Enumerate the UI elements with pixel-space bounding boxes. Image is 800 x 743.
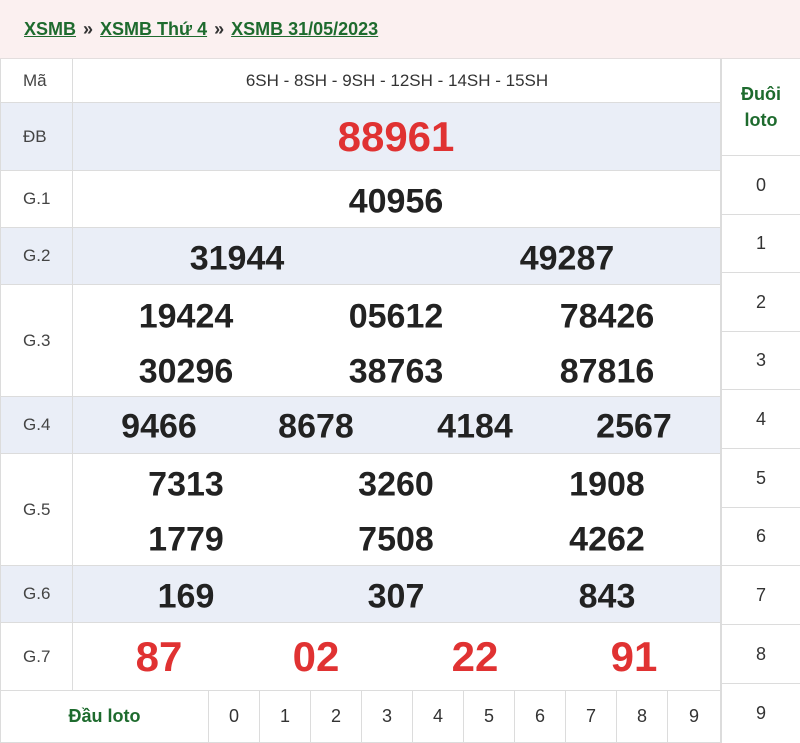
duoi-loto-digit[interactable]: 6	[721, 508, 800, 566]
db-value-cell: 88961	[73, 103, 721, 171]
prize-number: 7313	[148, 465, 224, 504]
g6-value-cell: 169 307 843	[73, 566, 721, 623]
prize-number: 9466	[121, 407, 197, 446]
prize-number: 91	[610, 633, 658, 680]
duoi-loto-digit[interactable]: 7	[721, 566, 800, 625]
g4-label: G.4	[0, 397, 73, 454]
prize-number: 1908	[569, 465, 645, 504]
prize-number: 30296	[138, 352, 234, 391]
g2-value-cell: 31944 49287	[73, 228, 721, 285]
db-label: ĐB	[0, 103, 73, 171]
g5-label: G.5	[0, 454, 73, 566]
duoi-loto-digit[interactable]: 4	[721, 390, 800, 449]
prize-number: 78426	[559, 297, 655, 336]
prize-number: 49287	[519, 239, 615, 278]
g7-value-cell: 87 02 22 91	[73, 623, 721, 691]
g3-label: G.3	[0, 285, 73, 397]
breadcrumb-day-link[interactable]: XSMB Thứ 4	[100, 19, 207, 40]
prize-number: 02	[292, 633, 340, 680]
prize-number: 8678	[278, 407, 354, 446]
duoi-loto-digit[interactable]: 5	[721, 449, 800, 508]
dau-loto-digit[interactable]: 9	[668, 691, 721, 743]
g3-value-cell: 19424 05612 78426 30296 38763 87816	[73, 285, 721, 397]
duoi-loto-digit[interactable]: 2	[721, 273, 800, 332]
prize-number: 40956	[348, 182, 444, 221]
duoi-loto-digit[interactable]: 3	[721, 332, 800, 390]
ma-value-cell: 6SH - 8SH - 9SH - 12SH - 14SH - 15SH	[73, 59, 721, 103]
duoi-loto-digit[interactable]: 1	[721, 215, 800, 273]
prize-number: 22	[451, 633, 499, 680]
g1-value-cell: 40956	[73, 171, 721, 228]
dau-loto-digit[interactable]: 4	[413, 691, 464, 743]
ma-label: Mã	[0, 59, 73, 103]
dau-loto-digit[interactable]: 1	[260, 691, 311, 743]
prize-number: 87816	[559, 352, 655, 391]
breadcrumb-separator: »	[83, 18, 94, 39]
prize-number: 4262	[569, 520, 645, 559]
breadcrumb-date-link[interactable]: XSMB 31/05/2023	[231, 19, 378, 40]
dau-loto-digit[interactable]: 7	[566, 691, 617, 743]
g7-label: G.7	[0, 623, 73, 691]
g2-label: G.2	[0, 228, 73, 285]
prize-number: 87	[135, 633, 183, 680]
prize-number: 307	[367, 577, 425, 616]
prize-number: 4184	[437, 407, 513, 446]
breadcrumb-separator: »	[214, 18, 225, 39]
prize-number: 843	[578, 577, 636, 616]
prize-number: 38763	[348, 352, 444, 391]
dau-loto-digit[interactable]: 8	[617, 691, 668, 743]
special-prize-number: 88961	[337, 113, 455, 160]
g1-label: G.1	[0, 171, 73, 228]
dau-loto-digit[interactable]: 0	[209, 691, 260, 743]
prize-number: 2567	[596, 407, 672, 446]
g4-value-cell: 9466 8678 4184 2567	[73, 397, 721, 454]
dau-loto-digit[interactable]: 5	[464, 691, 515, 743]
prize-number: 05612	[348, 297, 444, 336]
ma-value: 6SH - 8SH - 9SH - 12SH - 14SH - 15SH	[245, 71, 549, 90]
duoi-loto-digit[interactable]: 9	[721, 684, 800, 743]
prize-number: 7508	[358, 520, 434, 559]
duoi-loto-header: Đuôi loto	[721, 59, 800, 156]
duoi-loto-header-line1: Đuôi	[741, 84, 781, 104]
duoi-loto-digit[interactable]: 0	[721, 156, 800, 215]
dau-loto-digit[interactable]: 6	[515, 691, 566, 743]
breadcrumb-home-link[interactable]: XSMB	[24, 19, 76, 40]
prize-number: 169	[157, 577, 215, 616]
g6-label: G.6	[0, 566, 73, 623]
dau-loto-label: Đầu loto	[0, 691, 209, 743]
dau-loto-digit[interactable]: 2	[311, 691, 362, 743]
dau-loto-digit[interactable]: 3	[362, 691, 413, 743]
prize-number: 19424	[138, 297, 234, 336]
prize-number: 3260	[358, 465, 434, 504]
prize-number: 1779	[148, 520, 224, 559]
duoi-loto-digit[interactable]: 8	[721, 625, 800, 684]
duoi-loto-header-line2: loto	[744, 110, 778, 130]
g5-value-cell: 7313 3260 1908 1779 7508 4262	[73, 454, 721, 566]
prize-number: 31944	[189, 239, 285, 278]
breadcrumb: XSMB » XSMB Thứ 4 » XSMB 31/05/2023	[0, 0, 800, 59]
